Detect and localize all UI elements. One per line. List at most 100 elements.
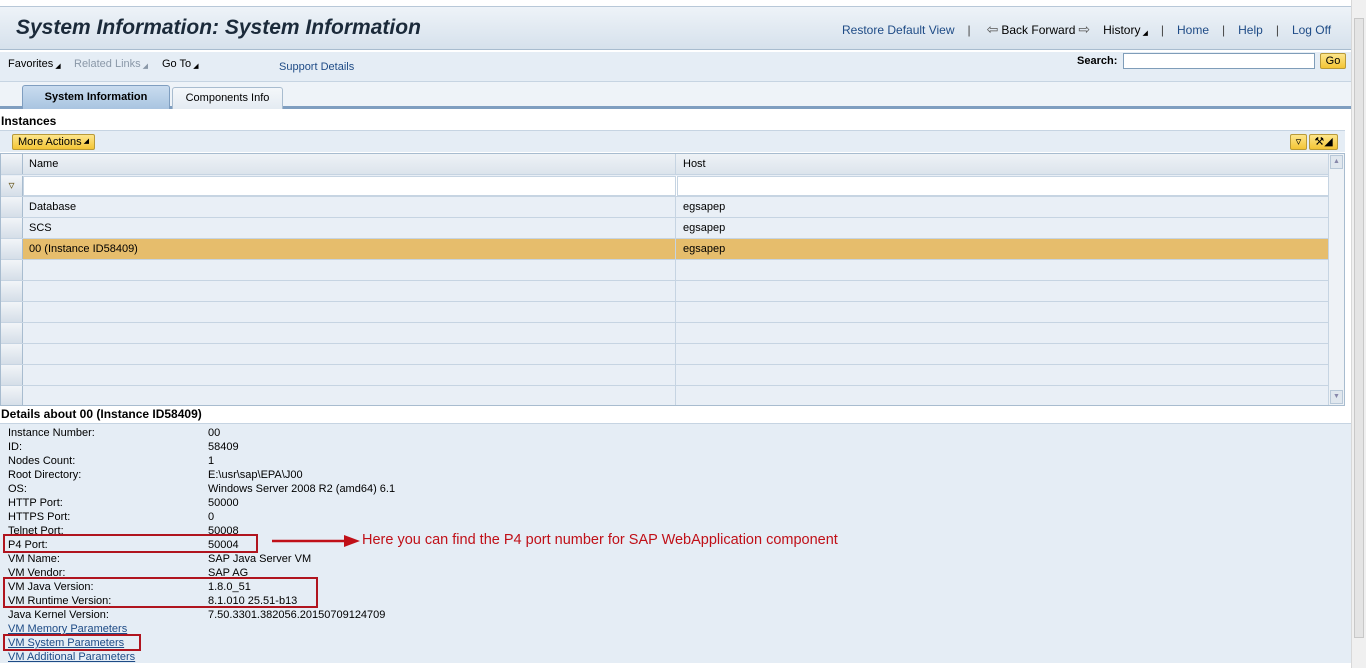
detail-label: ID: <box>8 441 23 453</box>
page-title: System Information: System Information <box>16 16 421 39</box>
go-button[interactable]: Go <box>1320 53 1346 69</box>
detail-value: 50000 <box>208 497 239 509</box>
vm-version-highlight-box <box>3 577 318 608</box>
empty-cell <box>23 281 676 301</box>
vm-system-params-highlight-box <box>3 634 141 651</box>
related-links-label: Related Links <box>74 58 141 70</box>
favorites-label: Favorites <box>8 58 54 70</box>
row-selector <box>1 302 23 322</box>
settings-wrench-icon[interactable]: ⚒◢ <box>1309 134 1338 150</box>
instance-name-cell: 00 (Instance ID58409) <box>23 239 676 259</box>
instance-host-cell: egsapep <box>683 201 726 213</box>
empty-cell <box>23 323 676 343</box>
row-selector[interactable] <box>1 197 23 217</box>
detail-label: Root Directory: <box>8 469 82 481</box>
instance-host-cell: egsapep <box>677 239 1329 259</box>
empty-cell <box>677 302 1329 322</box>
back-forward-label: Back Forward <box>1001 22 1076 37</box>
empty-row <box>1 281 1329 302</box>
header-links: Restore Default View | ⇦ Back Forward ⇨ … <box>842 21 1331 38</box>
help-link[interactable]: Help <box>1238 23 1263 37</box>
filter-row: ▿ <box>1 176 1329 197</box>
row-selector <box>1 260 23 280</box>
p4-port-highlight-box <box>3 534 258 553</box>
annotation-arrow-icon <box>272 535 360 547</box>
favorites-menu[interactable]: Favorites ◢ <box>8 58 61 70</box>
detail-label: HTTP Port: <box>8 497 63 509</box>
empty-cell <box>677 386 1329 405</box>
empty-cell <box>23 302 676 322</box>
detail-label: VM Name: <box>8 553 60 565</box>
detail-label: Instance Number: <box>8 427 95 439</box>
row-selector <box>1 386 23 405</box>
dropdown-triangle-icon: ◢ <box>83 138 89 145</box>
history-label: History <box>1103 22 1141 37</box>
log-off-link[interactable]: Log Off <box>1292 23 1331 37</box>
table-row[interactable]: Database egsapep <box>1 197 1329 218</box>
vm-additional-parameters-link[interactable]: VM Additional Parameters <box>8 650 135 664</box>
filter-icon[interactable]: ▿ <box>1 176 23 196</box>
table-row-selected[interactable]: 00 (Instance ID58409) egsapep <box>1 239 1329 260</box>
row-selector <box>1 281 23 301</box>
tab-system-information[interactable]: System Information <box>22 85 170 109</box>
table-toolbar: More Actions ◢ ▿ ⚒◢ <box>0 130 1345 152</box>
row-selector <box>1 323 23 343</box>
filter-name-input[interactable] <box>23 176 676 196</box>
column-header-host[interactable]: Host <box>677 154 1329 174</box>
instances-title: Instances <box>1 114 57 128</box>
back-forward-nav[interactable]: ⇦ Back Forward ⇨ <box>984 21 1094 38</box>
home-link[interactable]: Home <box>1177 23 1209 37</box>
dropdown-triangle-icon: ◢ <box>1142 29 1148 37</box>
filter-host-input[interactable] <box>677 176 1329 196</box>
empty-row <box>1 302 1329 323</box>
go-to-menu[interactable]: Go To ◢ <box>162 58 199 70</box>
scroll-down-icon[interactable]: ▼ <box>1330 390 1343 404</box>
instance-name-cell: Database <box>23 197 676 217</box>
select-all-cell[interactable] <box>1 154 23 174</box>
forward-arrow-icon[interactable]: ⇨ <box>1078 21 1090 38</box>
support-details-link[interactable]: Support Details <box>279 61 354 73</box>
tab-components-info[interactable]: Components Info <box>172 87 283 109</box>
go-to-label: Go To <box>162 58 192 70</box>
history-menu[interactable]: History ◢ <box>1103 23 1148 37</box>
tab-strip: System Information Components Info <box>0 82 1351 109</box>
row-selector <box>1 365 23 385</box>
empty-cell <box>677 344 1329 364</box>
page-scrollbar[interactable] <box>1351 0 1366 668</box>
instances-table: Name Host ▿ Database egsapep SCS egsapep… <box>0 153 1345 406</box>
empty-cell <box>23 386 676 405</box>
empty-row <box>1 365 1329 386</box>
separator: | <box>1275 22 1279 37</box>
back-arrow-icon[interactable]: ⇦ <box>987 21 999 38</box>
dropdown-triangle-icon: ◢ <box>193 63 199 70</box>
empty-cell <box>677 365 1329 385</box>
empty-row <box>1 323 1329 344</box>
more-actions-button[interactable]: More Actions ◢ <box>12 134 95 150</box>
table-row[interactable]: SCS egsapep <box>1 218 1329 239</box>
row-selector[interactable] <box>1 239 23 259</box>
detail-value: 00 <box>208 427 221 439</box>
filter-toggle-icon[interactable]: ▿ <box>1290 134 1307 150</box>
app-header: System Information: System Information R… <box>0 6 1351 50</box>
empty-cell <box>23 260 676 280</box>
search-input[interactable] <box>1123 53 1315 69</box>
column-header-name[interactable]: Name <box>23 154 676 174</box>
more-actions-label: More Actions <box>18 136 82 148</box>
detail-value: 0 <box>208 511 215 523</box>
row-selector[interactable] <box>1 218 23 238</box>
table-scrollbar[interactable]: ▲ ▼ <box>1328 154 1344 405</box>
instance-name-cell: SCS <box>23 218 676 238</box>
separator: | <box>1160 22 1164 37</box>
related-links-menu[interactable]: Related Links ◢ <box>74 58 148 70</box>
detail-label: OS: <box>8 483 27 495</box>
search-label: Search: <box>1077 55 1118 67</box>
detail-value: E:\usr\sap\EPA\J00 <box>208 469 303 481</box>
annotation-text: Here you can find the P4 port number for… <box>362 532 838 548</box>
page-scrollbar-thumb[interactable] <box>1354 18 1364 638</box>
empty-cell <box>677 260 1329 280</box>
empty-row <box>1 260 1329 281</box>
detail-value: 7.50.3301.382056.20150709124709 <box>208 609 386 621</box>
scroll-up-icon[interactable]: ▲ <box>1330 155 1343 169</box>
restore-default-view-link[interactable]: Restore Default View <box>842 23 955 37</box>
dropdown-triangle-icon: ◢ <box>142 63 149 70</box>
